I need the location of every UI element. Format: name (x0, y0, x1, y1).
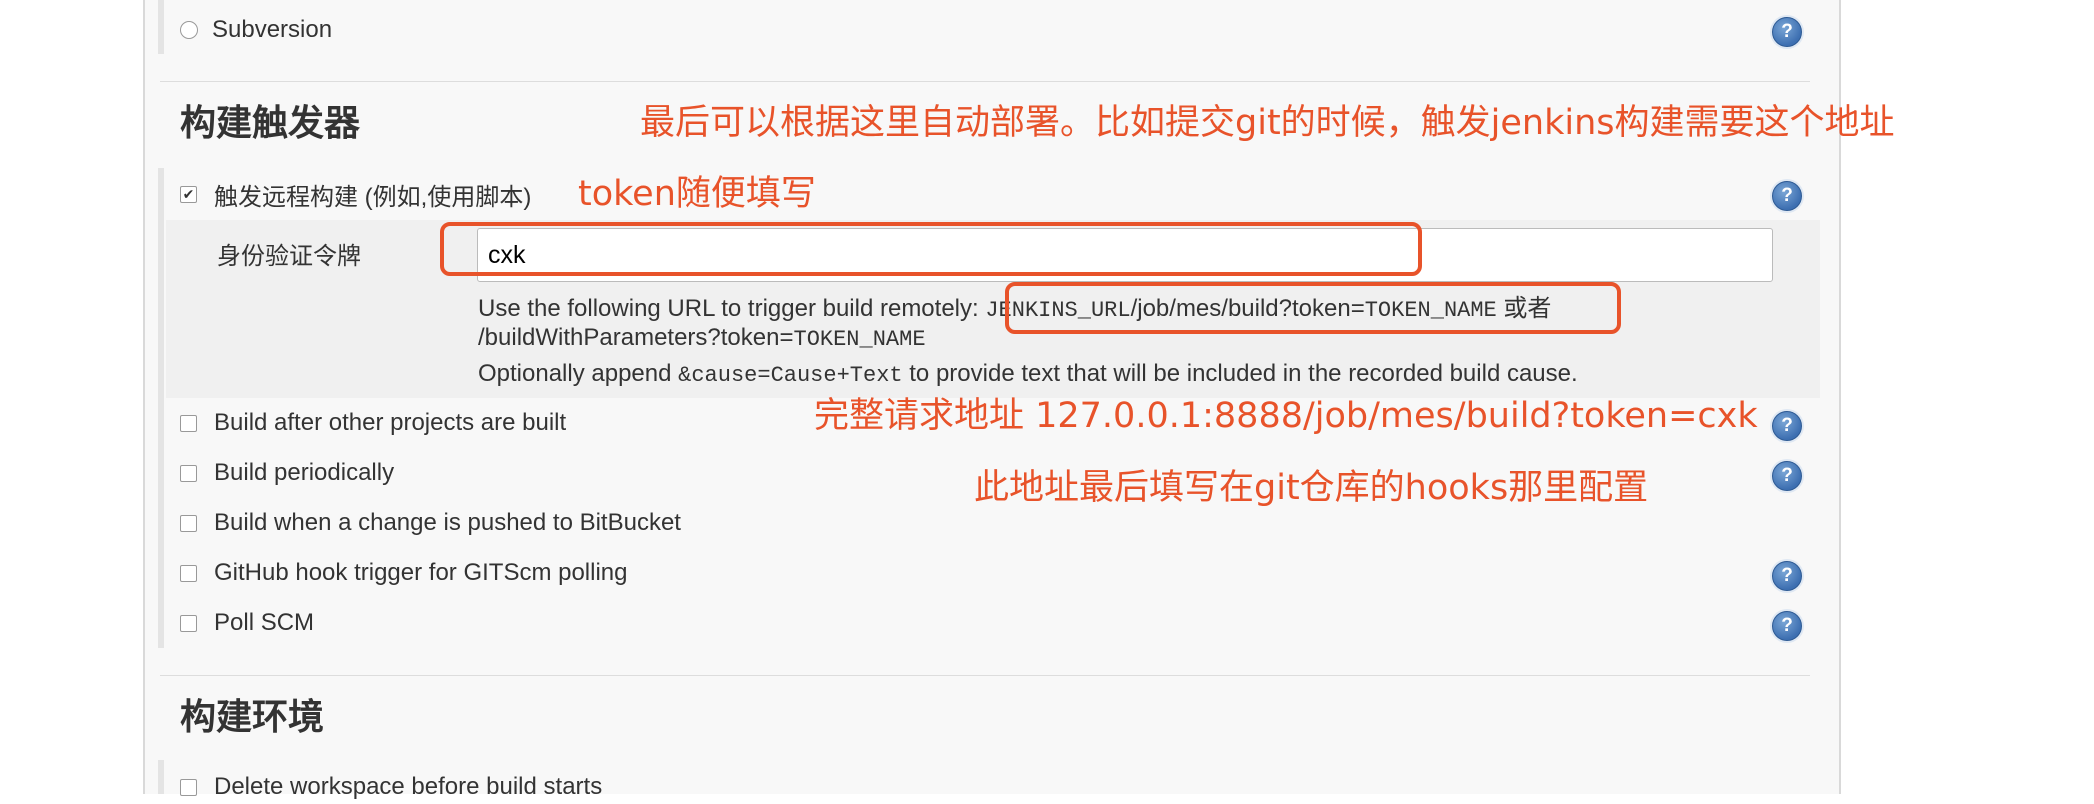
help-icon[interactable]: ? (1772, 561, 1802, 591)
checkbox[interactable] (180, 414, 197, 432)
annotation-hooks-note: 此地址最后填写在git仓库的hooks那里配置 (974, 468, 1649, 508)
option-label: Build after other projects are built (214, 409, 567, 436)
section-indent-bar (158, 760, 164, 794)
annotation-token-note: token随便填写 (578, 174, 816, 214)
help-icon[interactable]: ? (1772, 461, 1802, 491)
trigger-remote-option[interactable]: ✔ 触发远程构建 (例如,使用脚本) (180, 177, 531, 211)
trigger-option-after-other-projects[interactable]: Build after other projects are built (180, 406, 566, 440)
annotation-highlight-token-input (440, 222, 1422, 276)
option-label: Poll SCM (214, 609, 315, 636)
trigger-remote-checkbox[interactable]: ✔ (180, 185, 197, 203)
token-label: 身份验证令牌 (217, 243, 361, 270)
checkbox[interactable] (180, 564, 197, 582)
option-label: Delete workspace before build starts (214, 773, 603, 800)
option-label: Build periodically (214, 459, 395, 486)
trigger-option-poll-scm[interactable]: Poll SCM (180, 606, 314, 640)
checkbox[interactable] (180, 778, 197, 796)
divider (160, 81, 1810, 82)
env-option-delete-workspace[interactable]: Delete workspace before build starts (180, 770, 602, 804)
option-label: GitHub hook trigger for GITScm polling (214, 559, 628, 586)
annotation-full-url-note: 完整请求地址 127.0.0.1:8888/job/mes/build?toke… (814, 396, 1758, 436)
section-title-build-environment: 构建环境 (180, 696, 325, 737)
subversion-label: Subversion (212, 16, 333, 43)
help-icon[interactable]: ? (1772, 611, 1802, 641)
section-indent-bar (158, 0, 164, 54)
trigger-option-bitbucket[interactable]: Build when a change is pushed to BitBuck… (180, 506, 681, 540)
remote-params-url-help: /buildWithParameters?token=TOKEN_NAME (478, 324, 926, 352)
help-icon[interactable]: ? (1772, 411, 1802, 441)
annotation-auto-deploy-note: 最后可以根据这里自动部署。比如提交git的时候，触发jenkins构建需要这个地… (640, 103, 1895, 143)
cause-help: Optionally append &cause=Cause+Text to p… (478, 360, 1578, 388)
subversion-radio[interactable] (180, 21, 198, 39)
trigger-remote-label: 触发远程构建 (例如,使用脚本) (214, 183, 532, 211)
help-icon[interactable]: ? (1772, 17, 1802, 47)
annotation-highlight-url (1005, 282, 1621, 334)
checkbox[interactable] (180, 464, 197, 482)
divider (160, 675, 1810, 676)
trigger-option-github-hook[interactable]: GitHub hook trigger for GITScm polling (180, 556, 628, 590)
checkbox[interactable] (180, 514, 197, 532)
checkbox[interactable] (180, 614, 197, 632)
scm-subversion-option[interactable]: Subversion (180, 13, 332, 47)
trigger-option-periodically[interactable]: Build periodically (180, 456, 394, 490)
section-title-build-triggers: 构建触发器 (180, 102, 361, 143)
section-indent-bar (158, 168, 164, 648)
help-icon[interactable]: ? (1772, 181, 1802, 211)
option-label: Build when a change is pushed to BitBuck… (214, 509, 681, 536)
